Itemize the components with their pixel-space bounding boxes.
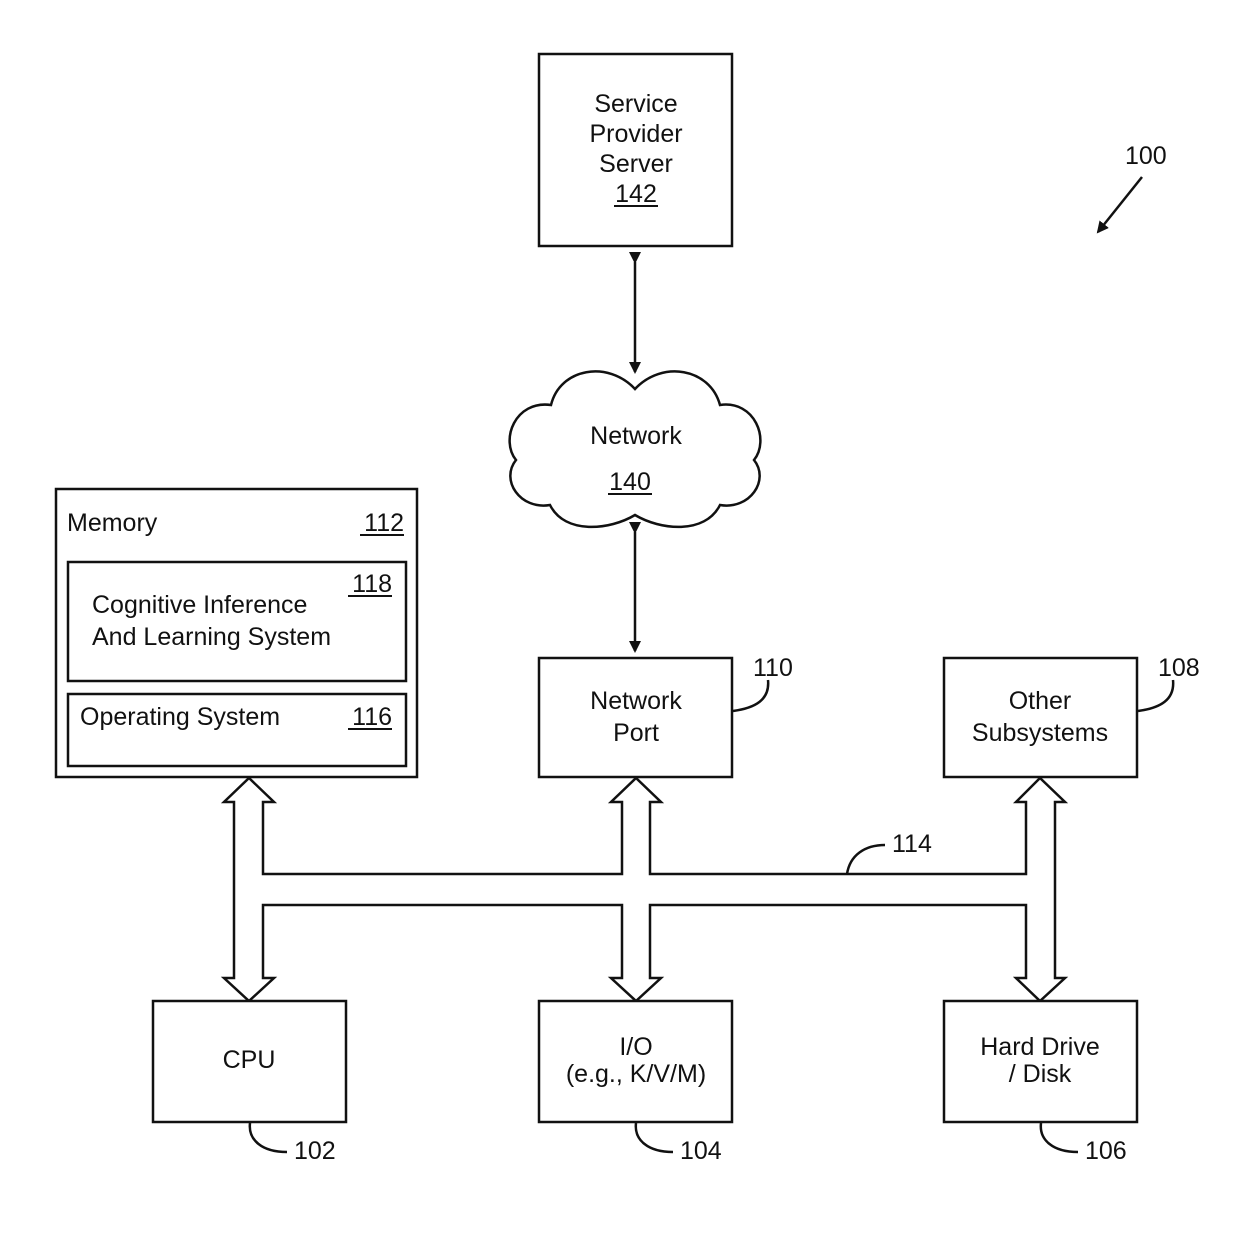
other-subsystems-ref: 108: [1158, 654, 1200, 682]
io-label-line1: I/O: [619, 1033, 652, 1061]
server-ref: 142: [615, 180, 657, 208]
other-subsystems-node[interactable]: Other Subsystems 108: [942, 654, 1200, 779]
memory-node[interactable]: Memory 112 118 Cognitive Inference And L…: [54, 487, 419, 779]
operating-system-node[interactable]: Operating System 116: [66, 692, 408, 768]
figure-ref-100: 100: [1096, 142, 1167, 234]
server-label-line3: Server: [599, 150, 673, 178]
service-provider-server-node[interactable]: Service Provider Server 142: [537, 52, 734, 248]
network-port-node[interactable]: Network Port 110: [537, 654, 793, 779]
network-port-ref-leader: [732, 679, 770, 713]
os-label: Operating System: [80, 703, 280, 731]
hard-drive-ref-leader: [1039, 1122, 1079, 1154]
io-ref-leader: [634, 1122, 674, 1154]
bus-outline: [220, 776, 1069, 1003]
system-diagram: 100 Service Provider Server 142 Network …: [54, 52, 1200, 1165]
cpu-node[interactable]: CPU 102: [151, 999, 348, 1165]
other-subsystems-label-line2: Subsystems: [972, 719, 1108, 747]
cpu-label: CPU: [223, 1046, 276, 1074]
cpu-ref-leader: [248, 1122, 288, 1154]
server-label-line2: Provider: [589, 120, 682, 148]
network-port-label-line2: Port: [613, 719, 659, 747]
io-label-line2: (e.g., K/V/M): [566, 1060, 706, 1088]
network-cloud-node[interactable]: Network 140: [508, 370, 762, 529]
io-ref: 104: [680, 1137, 722, 1165]
memory-label: Memory: [67, 509, 158, 537]
cpu-ref: 102: [294, 1137, 336, 1165]
io-node[interactable]: I/O (e.g., K/V/M) 104: [537, 999, 734, 1165]
memory-ref: 112: [364, 509, 404, 537]
server-label-line1: Service: [594, 90, 677, 118]
other-subsystems-ref-leader: [1137, 679, 1175, 713]
network-port-box: [537, 656, 734, 779]
hard-drive-label-line2: / Disk: [1009, 1060, 1072, 1088]
figure-ref-arrow: [1096, 176, 1143, 234]
figure-ref-label: 100: [1125, 142, 1167, 170]
cils-ref: 118: [352, 570, 392, 598]
bus-ref: 114: [892, 830, 932, 858]
network-label: Network: [590, 422, 682, 450]
other-subsystems-box: [942, 656, 1139, 779]
hard-drive-node[interactable]: Hard Drive / Disk 106: [942, 999, 1139, 1165]
network-port-label-line1: Network: [590, 687, 682, 715]
cils-label-line1: Cognitive Inference: [92, 591, 307, 619]
cils-node[interactable]: 118 Cognitive Inference And Learning Sys…: [66, 560, 408, 683]
bus-ref-leader: [845, 843, 886, 875]
other-subsystems-label-line1: Other: [1009, 687, 1072, 715]
os-ref: 116: [352, 703, 392, 731]
network-ref: 140: [609, 468, 651, 496]
hard-drive-label-line1: Hard Drive: [980, 1033, 1099, 1061]
hard-drive-ref: 106: [1085, 1137, 1127, 1165]
network-port-ref: 110: [753, 654, 793, 682]
system-bus: 114: [220, 776, 1069, 1003]
cils-label-line2: And Learning System: [92, 623, 331, 651]
